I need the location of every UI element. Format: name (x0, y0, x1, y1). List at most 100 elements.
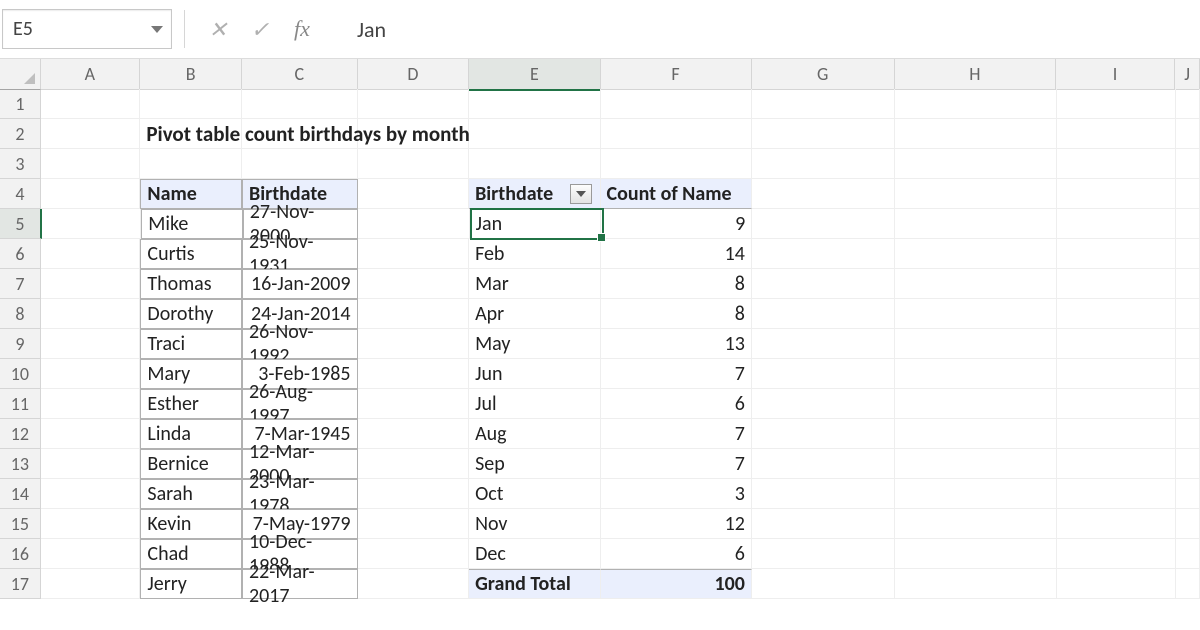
cell[interactable] (895, 449, 1056, 479)
row-header-3[interactable]: 3 (0, 149, 41, 179)
pivot-row-label[interactable]: Apr (469, 299, 600, 329)
cell[interactable] (1176, 539, 1200, 569)
table-cell-name[interactable]: Linda (140, 419, 242, 449)
pivot-total-label[interactable]: Grand Total (469, 569, 600, 599)
row-header-12[interactable]: 12 (0, 419, 41, 449)
cell[interactable] (1057, 539, 1177, 569)
cell[interactable] (895, 119, 1056, 149)
table-cell-name[interactable]: Mary (140, 359, 242, 389)
pivot-row-label[interactable]: Dec (469, 539, 600, 569)
row-header-9[interactable]: 9 (0, 329, 41, 359)
col-header-G[interactable]: G (752, 59, 895, 90)
table-cell-name[interactable]: Thomas (140, 269, 242, 299)
cell[interactable] (895, 359, 1056, 389)
col-header-J[interactable]: J (1175, 59, 1200, 90)
cell[interactable] (752, 269, 895, 299)
cell[interactable] (895, 419, 1056, 449)
cell[interactable] (1057, 149, 1177, 179)
row-header-10[interactable]: 10 (0, 359, 41, 389)
cell[interactable] (1176, 359, 1200, 389)
cell[interactable] (1057, 299, 1177, 329)
pivot-header-count[interactable]: Count of Name (601, 179, 752, 209)
cell[interactable] (895, 89, 1056, 119)
cell[interactable] (358, 269, 470, 299)
cell[interactable] (1057, 389, 1177, 419)
row-header-1[interactable]: 1 (0, 89, 41, 119)
cell[interactable] (601, 119, 752, 149)
cell[interactable] (752, 359, 895, 389)
table-cell-name[interactable]: Traci (140, 329, 242, 359)
table-cell-name[interactable]: Dorothy (140, 299, 242, 329)
cell[interactable] (895, 239, 1056, 269)
row-header-11[interactable]: 11 (0, 389, 41, 419)
cell[interactable] (1057, 479, 1177, 509)
pivot-row-value[interactable]: 7 (601, 419, 752, 449)
pivot-row-label[interactable]: Nov (469, 509, 600, 539)
cell[interactable] (1176, 449, 1200, 479)
col-header-H[interactable]: H (895, 59, 1056, 90)
cell[interactable] (752, 179, 895, 209)
cell[interactable] (895, 329, 1056, 359)
row-header-4[interactable]: 4 (0, 179, 41, 209)
cell[interactable] (1176, 209, 1200, 239)
cell[interactable] (1176, 299, 1200, 329)
cell[interactable] (752, 449, 895, 479)
insert-function-button[interactable]: fx (281, 10, 323, 48)
cancel-button[interactable]: ✕ (197, 10, 239, 48)
col-header-F[interactable]: F (601, 59, 752, 90)
cell[interactable] (358, 209, 469, 239)
cell[interactable] (41, 569, 141, 599)
cell[interactable] (358, 179, 470, 209)
table-cell-birthdate[interactable]: 26-Aug-1997 (242, 389, 358, 419)
cell[interactable] (41, 539, 141, 569)
cell[interactable] (895, 509, 1056, 539)
cell[interactable] (601, 89, 752, 119)
cell[interactable] (752, 149, 895, 179)
pivot-row-value[interactable]: 9 (601, 209, 752, 239)
cell[interactable] (41, 119, 141, 149)
cell[interactable] (140, 89, 242, 119)
cell[interactable] (1057, 509, 1177, 539)
row-header-13[interactable]: 13 (0, 449, 41, 479)
cell[interactable] (358, 479, 470, 509)
pivot-row-label[interactable]: Jan (470, 209, 601, 239)
cell[interactable] (1057, 209, 1176, 239)
cell[interactable] (358, 149, 470, 179)
cell[interactable] (242, 149, 358, 179)
cell[interactable] (358, 509, 470, 539)
col-header-A[interactable]: A (41, 59, 141, 90)
cell[interactable] (895, 149, 1056, 179)
pivot-filter-dropdown[interactable] (570, 184, 592, 204)
col-header-B[interactable]: B (140, 59, 242, 90)
row-header-6[interactable]: 6 (0, 239, 41, 269)
cell[interactable] (601, 149, 752, 179)
table-cell-name[interactable]: Curtis (140, 239, 242, 269)
cell[interactable] (895, 179, 1056, 209)
cell[interactable] (1176, 509, 1200, 539)
cell[interactable] (895, 209, 1056, 239)
cell[interactable] (1057, 179, 1177, 209)
accept-button[interactable]: ✓ (239, 10, 281, 48)
cell[interactable] (469, 149, 600, 179)
table-cell-name[interactable]: Chad (140, 539, 242, 569)
pivot-row-value[interactable]: 14 (601, 239, 752, 269)
cell[interactable] (1176, 89, 1200, 119)
cell[interactable] (895, 389, 1056, 419)
select-all-corner[interactable] (0, 59, 41, 90)
pivot-row-value[interactable]: 6 (601, 539, 752, 569)
cell[interactable] (242, 89, 358, 119)
row-header-2[interactable]: 2 (0, 119, 41, 149)
cell[interactable] (1176, 479, 1200, 509)
cell[interactable] (895, 269, 1056, 299)
table-header-name[interactable]: Name (140, 179, 242, 209)
cell[interactable] (1057, 569, 1177, 599)
pivot-row-label[interactable]: Jul (469, 389, 600, 419)
cell[interactable] (140, 149, 242, 179)
col-header-E[interactable]: E (469, 59, 600, 91)
table-cell-name[interactable]: Jerry (140, 569, 242, 599)
table-cell-name[interactable]: Mike (141, 209, 243, 239)
cell[interactable] (358, 299, 470, 329)
cell[interactable] (41, 149, 141, 179)
pivot-row-value[interactable]: 8 (601, 299, 752, 329)
row-header-17[interactable]: 17 (0, 569, 41, 599)
